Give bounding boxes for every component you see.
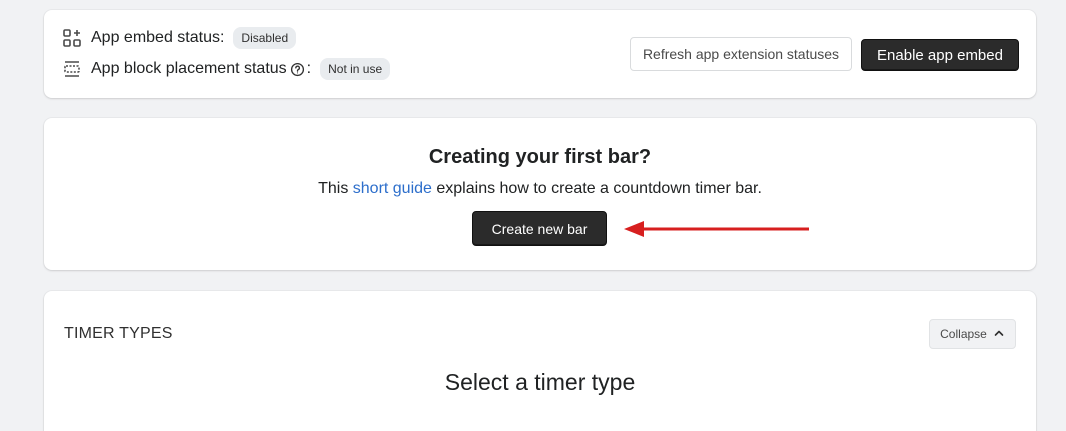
first-bar-guide-card: Creating your first bar? This short guid… — [44, 118, 1036, 270]
layout-block-icon — [62, 59, 82, 79]
guide-title: Creating your first bar? — [428, 146, 652, 168]
timer-types-card: TIMER TYPES Collapse Select a timer type — [44, 291, 1036, 431]
enable-app-embed-button[interactable]: Enable app embed — [861, 39, 1019, 71]
guide-text-before: This — [318, 180, 353, 197]
chevron-up-icon — [993, 327, 1005, 342]
short-guide-link[interactable]: short guide — [353, 180, 432, 197]
app-embed-status-badge: Disabled — [233, 27, 297, 49]
collapse-button-label: Collapse — [940, 327, 987, 341]
guide-text-after: explains how to create a countdown timer… — [431, 180, 762, 197]
pointer-arrow-icon — [624, 221, 809, 237]
app-block-status-colon: : — [306, 60, 312, 77]
app-status-card: App embed status: Disabled App block pla… — [44, 10, 1036, 98]
app-block-status-label: App block placement status — [91, 60, 287, 77]
guide-description: This short guide explains how to create … — [44, 180, 1036, 198]
apps-plus-icon — [62, 28, 82, 48]
app-block-status-badge: Not in use — [320, 58, 391, 80]
refresh-statuses-button[interactable]: Refresh app extension statuses — [630, 37, 852, 71]
collapse-button[interactable]: Collapse — [929, 319, 1016, 349]
timer-types-section-label: TIMER TYPES — [64, 325, 173, 342]
select-timer-type-heading: Select a timer type — [444, 369, 636, 395]
app-block-status-row: App block placement status : Not in use — [62, 58, 391, 80]
create-new-bar-button[interactable]: Create new bar — [472, 211, 607, 246]
app-embed-status-row: App embed status: Disabled — [62, 27, 297, 49]
app-embed-status-label: App embed status: — [91, 29, 225, 46]
question-circle-icon[interactable] — [290, 62, 305, 77]
